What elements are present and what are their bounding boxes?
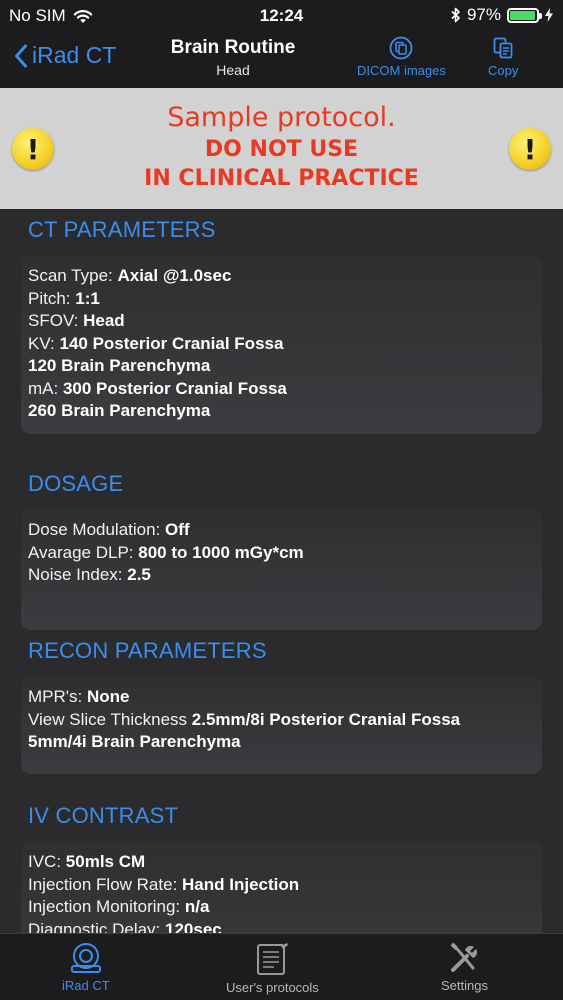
tab-irad-ct-label: iRad CT	[62, 978, 110, 993]
warning-line-3: IN CLINICAL PRACTICE	[144, 166, 419, 191]
sfov-row: SFOV: Head	[28, 311, 125, 330]
kv-row-2: 120 Brain Parenchyma	[28, 356, 211, 375]
section-title: DOSAGE	[28, 471, 124, 496]
kv-row: KV: 140 Posterior Cranial Fossa	[28, 333, 284, 353]
scanner-icon	[70, 943, 101, 973]
tab-settings-label: Settings	[441, 978, 488, 993]
tab-bar: iRad CT User's protocols Settings	[0, 933, 563, 1000]
notepad-icon	[257, 943, 289, 975]
battery-percent: 97%	[466, 5, 501, 24]
section-title: IV CONTRAST	[28, 803, 179, 828]
sample-protocol-warning-banner: ! Sample protocol. DO NOT USE IN CLINICA…	[0, 88, 563, 209]
tab-users-protocols[interactable]: User's protocols	[226, 942, 319, 995]
dosage-card: Dose Modulation: Off Avarage DLP: 800 to…	[21, 509, 542, 630]
ma-row: mA: 300 Posterior Cranial Fossa	[28, 378, 287, 398]
ivc-row: IVC: 50mls CM	[28, 852, 146, 871]
warning-right-icon: !	[509, 128, 551, 170]
ma-row-2: 260 Brain Parenchyma	[28, 401, 211, 420]
copy-button[interactable]: Copy	[488, 36, 518, 78]
charging-bolt-icon	[545, 8, 553, 22]
slice-thickness-row: View Slice Thickness 2.5mm/8i Posterior …	[28, 709, 461, 729]
section-title: CT PARAMETERS	[28, 217, 216, 242]
injection-flow-rate-row: Injection Flow Rate: Hand Injection	[28, 874, 300, 894]
injection-monitoring-row: Injection Monitoring: n/a	[28, 897, 210, 916]
noise-index-row: Noise Index: 2.5	[28, 565, 151, 584]
warning-text: Sample protocol. DO NOT USE IN CLINICAL …	[0, 102, 563, 191]
warning-line-2: DO NOT USE	[204, 137, 359, 162]
battery-icon	[507, 7, 542, 23]
recon-parameters-card: MPR's: None View Slice Thickness 2.5mm/8…	[21, 676, 542, 774]
tab-settings[interactable]: Settings	[441, 942, 488, 993]
slice-thickness-row-2: 5mm/4i Brain Parenchyma	[28, 732, 241, 751]
iv-contrast-card: IVC: 50mls CM Injection Flow Rate: Hand …	[21, 841, 542, 933]
copy-label: Copy	[488, 63, 519, 78]
dicom-images-label: DICOM images	[357, 63, 446, 78]
status-right: 97%	[451, 5, 553, 25]
tab-irad-ct[interactable]: iRad CT	[62, 942, 110, 993]
protocol-content[interactable]: CT PARAMETERS Scan Type: Axial @1.0sec P…	[0, 209, 563, 933]
scan-type-row: Scan Type: Axial @1.0sec	[28, 266, 232, 285]
battery-cap	[539, 12, 542, 19]
diagnostic-delay-row: Diagnostic Delay: 120sec	[28, 919, 222, 934]
dose-modulation-row: Dose Modulation: Off	[28, 520, 190, 539]
status-bar: No SIM 12:24 97%	[0, 0, 563, 30]
ct-parameters-card: Scan Type: Axial @1.0sec Pitch: 1:1 SFOV…	[21, 255, 542, 434]
copy-icon	[493, 37, 513, 59]
section-title: RECON PARAMETERS	[28, 638, 267, 663]
pitch-row: Pitch: 1:1	[28, 288, 100, 308]
battery-fill	[510, 10, 536, 20]
warning-line-1: Sample protocol.	[167, 102, 396, 133]
dicom-images-button[interactable]: DICOM images	[357, 36, 446, 78]
bluetooth-icon	[451, 7, 460, 23]
tools-icon	[451, 942, 478, 972]
tab-users-protocols-label: User's protocols	[226, 980, 319, 995]
dicom-images-icon	[390, 36, 413, 60]
average-dlp-row: Avarage DLP: 800 to 1000 mGy*cm	[28, 542, 304, 562]
navigation-bar: iRad CT Brain Routine Head DICOM images …	[0, 30, 563, 88]
mpr-row: MPR's: None	[28, 687, 130, 706]
